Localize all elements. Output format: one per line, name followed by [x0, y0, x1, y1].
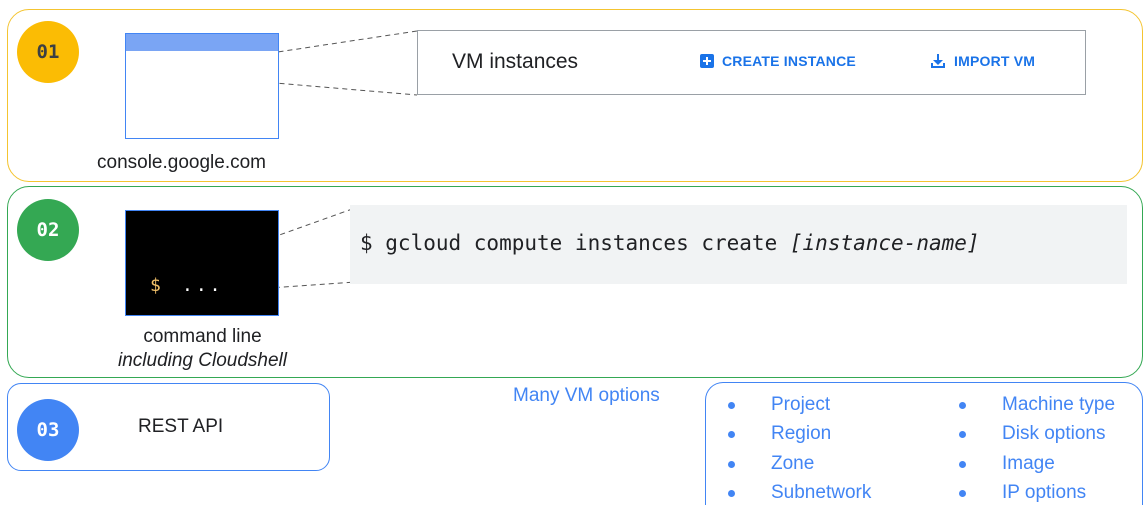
command-line-title: command line — [143, 326, 262, 347]
terminal-illustration: $ ... — [125, 210, 279, 316]
vm-instances-header: VM instances CREATE INSTANCE IMPORT VM — [417, 30, 1086, 95]
add-box-icon — [700, 54, 714, 68]
vm-instances-title: VM instances — [452, 50, 579, 73]
terminal-prompt: $ — [150, 275, 161, 296]
bullet-icon — [959, 461, 966, 468]
bullet-icon — [959, 490, 966, 497]
terminal-ellipsis: ... — [182, 275, 224, 296]
option-label: Project — [771, 394, 831, 415]
import-vm-label: IMPORT VM — [954, 53, 1036, 69]
import-vm-button[interactable]: IMPORT VM — [930, 53, 1035, 69]
step-badge-03: 03 — [17, 399, 79, 461]
create-instance-button[interactable]: CREATE INSTANCE — [700, 53, 856, 69]
rest-api-label: REST API — [138, 416, 224, 437]
browser-title-bar — [126, 34, 278, 51]
bullet-icon — [959, 431, 966, 438]
bullet-icon — [728, 461, 735, 468]
option-label: Zone — [771, 453, 815, 474]
bullet-icon — [728, 402, 735, 409]
option-label: Machine type — [1002, 394, 1116, 415]
download-icon — [931, 54, 945, 68]
vm-options-title: Many VM options — [513, 385, 660, 406]
step-badge-02: 02 — [17, 199, 79, 261]
instance-name-arg: [instance-name] — [789, 231, 980, 255]
option-label: IP options — [1002, 482, 1087, 503]
gcloud-command: $ gcloud compute instances create [insta… — [360, 231, 980, 255]
option-label: Subnetwork — [771, 482, 872, 503]
bullet-icon — [728, 431, 735, 438]
option-label: Image — [1002, 453, 1055, 474]
option-label: Region — [771, 423, 832, 444]
bullet-icon — [959, 402, 966, 409]
step-badge-01: 01 — [17, 21, 79, 83]
create-instance-label: CREATE INSTANCE — [722, 53, 856, 69]
gcloud-command-text: $ gcloud compute instances create — [360, 231, 778, 255]
browser-window-illustration — [125, 33, 279, 139]
console-label: console.google.com — [97, 152, 266, 173]
cloudshell-subtitle: including Cloudshell — [118, 350, 287, 371]
option-label: Disk options — [1002, 423, 1106, 444]
command-line-label: command line including Cloudshell — [100, 325, 305, 373]
bullet-icon — [728, 490, 735, 497]
gcloud-command-box: $ gcloud compute instances create [insta… — [350, 205, 1127, 284]
